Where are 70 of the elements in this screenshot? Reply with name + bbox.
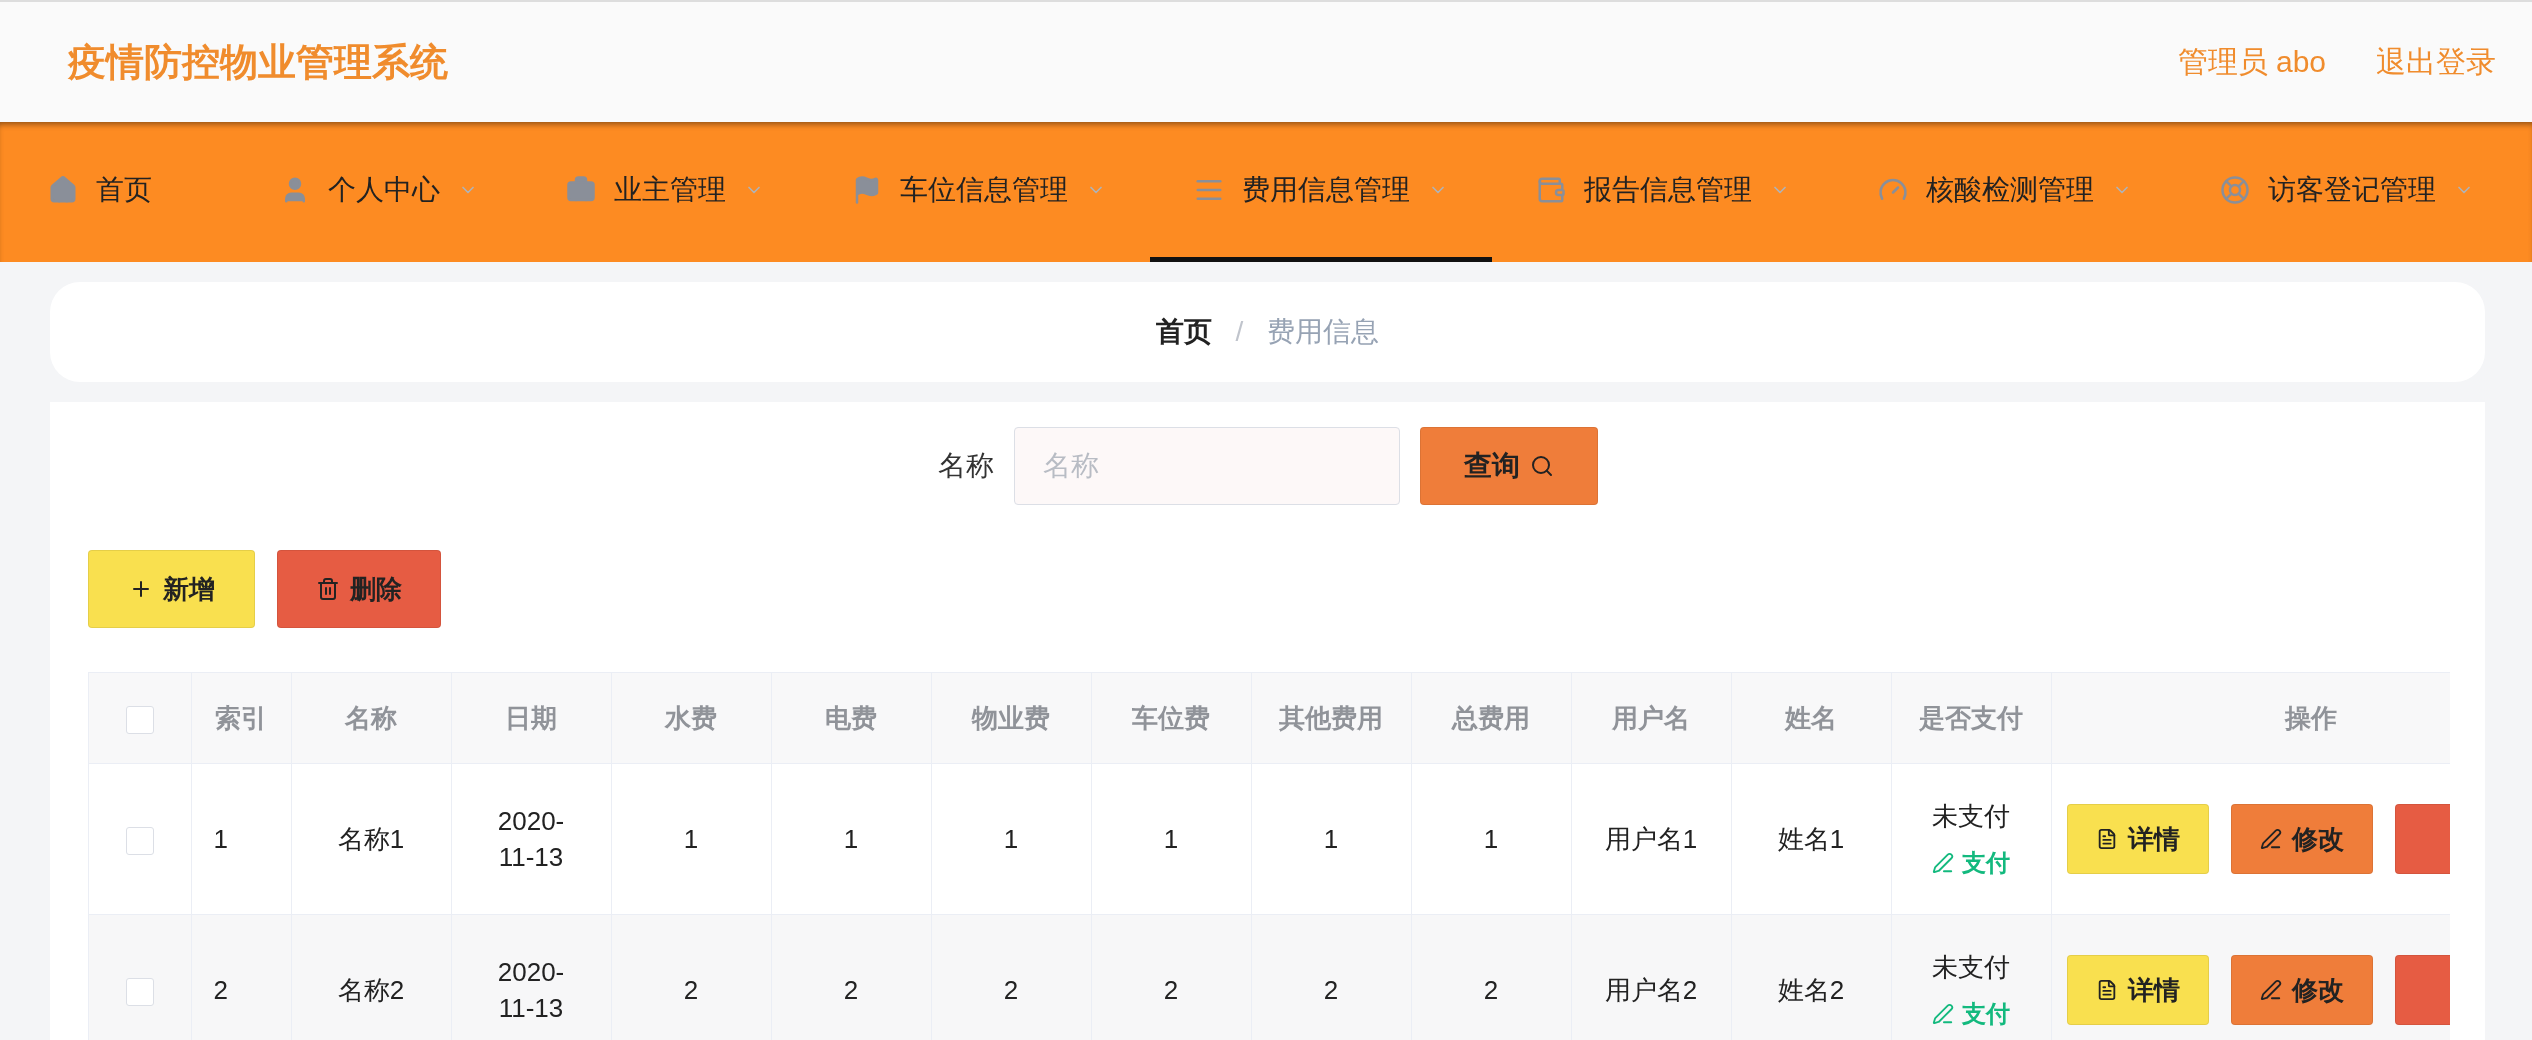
payment-status: 未支付 [1932,951,2010,984]
table-cell: 姓名1 [1731,763,1891,915]
column-header: 用户名 [1571,673,1731,764]
table-cell: 2020-11-13 [451,763,611,915]
column-header: 是否支付 [1891,673,2051,764]
breadcrumb-item: 费用信息 [1267,315,1380,349]
nav-menu-item[interactable]: 费用信息管理 [1150,122,1492,262]
table-cell: 用户名1 [1571,763,1731,915]
column-header: 总费用 [1411,673,1571,764]
column-header: 电费 [771,673,931,764]
row-checkbox[interactable] [125,977,154,1006]
detail-button[interactable]: 详情 [2066,955,2209,1025]
nav-menu-item[interactable]: 业主管理 [522,122,808,262]
column-header: 操作 [2051,673,2450,764]
pen-icon [1932,1003,1954,1026]
column-header: 名称 [291,673,451,764]
column-header: 其他费用 [1251,673,1411,764]
edit-button[interactable]: 修改 [2230,955,2373,1025]
pen-icon [2259,979,2282,1001]
nav-menu-item[interactable]: 报告信息管理 [1492,122,1834,262]
nav-menu-item[interactable]: 个人中心 [236,122,522,262]
search-icon [1530,454,1554,478]
nav-menu-item[interactable]: 访客登记管理 [2176,122,2518,262]
row-checkbox[interactable] [125,826,154,855]
add-button[interactable]: 新增 [88,550,255,628]
nav-menu-item[interactable]: 核酸检测管理 [1834,122,2176,262]
table-cell: 1 [611,763,771,915]
search-button[interactable]: 查询 [1420,427,1598,505]
nav-menu-item[interactable]: 车位信息管理 [808,122,1150,262]
column-header: 车位费 [1091,673,1251,764]
table-cell: 1 [931,763,1091,915]
column-header: 索引 [191,673,291,764]
table-cell: 2 [771,914,931,1040]
trash-icon [316,577,340,601]
delete-button[interactable]: 删除 [277,550,441,628]
table-cell: 1 [771,763,931,915]
column-header: 日期 [451,673,611,764]
table-cell: 用户名2 [1571,914,1731,1040]
detail-button[interactable]: 详情 [2066,804,2209,874]
edit-button[interactable]: 修改 [2230,804,2373,874]
lifebuoy-icon [2220,174,2250,205]
table-cell: 名称2 [291,914,451,1040]
table-cell: 1 [1091,763,1251,915]
breadcrumb-separator: / [1235,316,1244,348]
nav-menu-item[interactable]: 首页 [4,122,196,262]
app-title: 疫情防控物业管理系统 [68,39,448,85]
payment-status: 未支付 [1932,800,2010,833]
search-field[interactable]: 名称 [1014,427,1400,505]
table-cell: 名称1 [291,763,451,915]
home-icon [48,174,78,205]
select-all-checkbox[interactable] [125,705,154,734]
table-cell: 1 [1251,763,1411,915]
column-header: 水费 [611,673,771,764]
table-cell: 2 [611,914,771,1040]
pen-icon [2259,828,2282,850]
table-cell: 2020-11-13 [451,914,611,1040]
table-cell: 2 [931,914,1091,1040]
table-cell: 2 [1251,914,1411,1040]
table-cell: 2 [1091,914,1251,1040]
table-cell: 姓名2 [1731,914,1891,1040]
column-header: 姓名 [1731,673,1891,764]
table-cell: 1 [1411,763,1571,915]
column-header: 物业费 [931,673,1091,764]
table-cell: 2 [1411,914,1571,1040]
breadcrumb-item[interactable]: 首页 [1155,313,1212,351]
pen-icon [1932,852,1954,875]
table-cell: 1 [191,763,291,915]
search-label: 名称 [938,449,994,483]
table-cell: 2 [191,914,291,1040]
user-label: 管理员 abo [2177,43,2326,80]
